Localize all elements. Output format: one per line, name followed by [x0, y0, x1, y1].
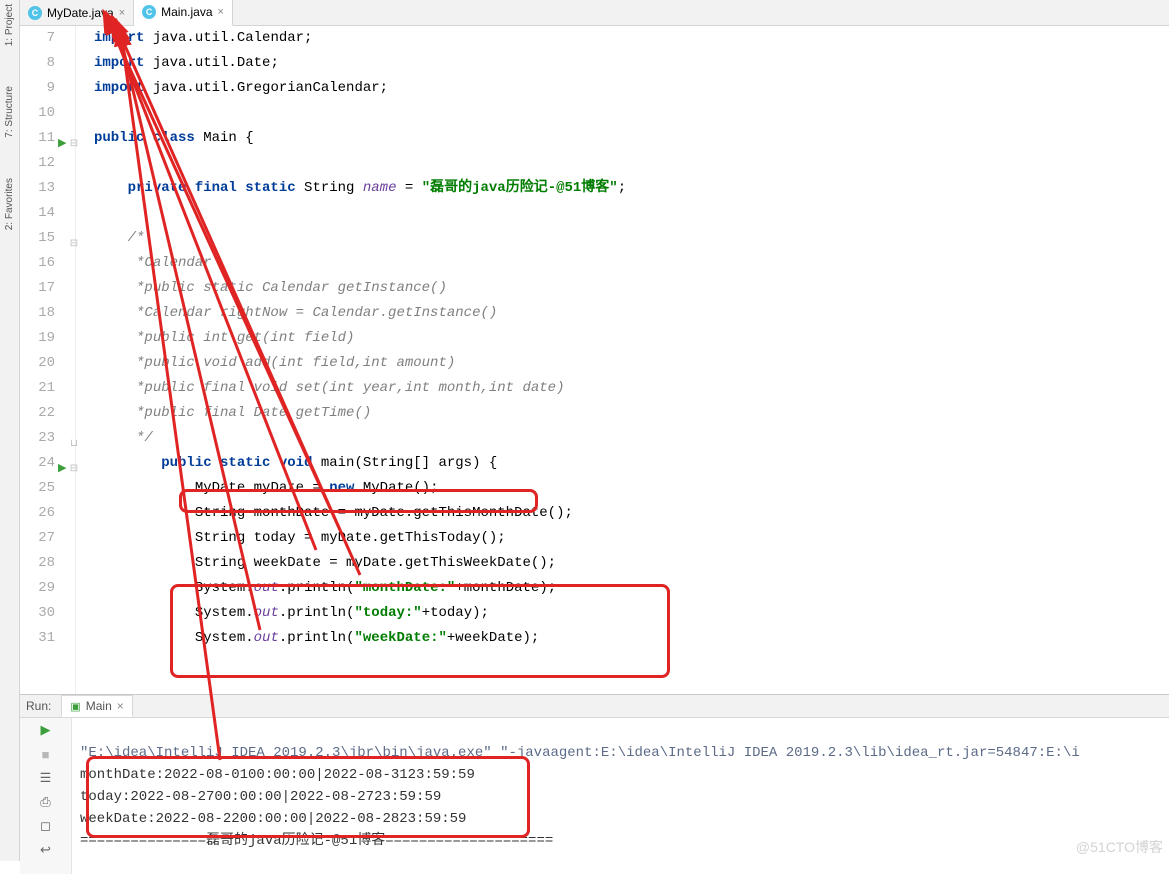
run-gutter-icon[interactable]: ▶ [58, 132, 66, 157]
line-number[interactable]: 19 [20, 326, 55, 351]
console-line: ===============磊哥的java历险记-@51博客=========… [80, 833, 553, 849]
tab-label: Main.java [161, 5, 212, 19]
console-command: "E:\idea\IntelliJ IDEA 2019.2.3\jbr\bin\… [80, 745, 1080, 761]
layout-icon[interactable]: ☰ [38, 770, 54, 786]
tab-mydate-java[interactable]: C MyDate.java × [20, 0, 134, 26]
fold-icon[interactable]: ⊟ [69, 132, 79, 157]
run-header: Run: ▣ Main × [20, 695, 1169, 718]
line-number[interactable]: 13 [20, 176, 55, 201]
line-number[interactable]: 10 [20, 101, 55, 126]
run-toolbar: ▶ ■ ☰ ⎙ ◻ ↩ [20, 718, 72, 874]
line-number[interactable]: 16 [20, 251, 55, 276]
run-tab-main[interactable]: ▣ Main × [61, 695, 132, 717]
console-line: monthDate:2022-08-0100:00:00|2022-08-312… [80, 767, 475, 783]
line-number[interactable]: 29 [20, 576, 55, 601]
line-number[interactable]: 15 [20, 226, 55, 251]
line-number[interactable]: 18 [20, 301, 55, 326]
fold-end-icon[interactable]: ⊔ [69, 432, 79, 457]
watermark: @51CTO博客 [1076, 837, 1163, 857]
fold-icon[interactable]: ⊟ [69, 457, 79, 482]
line-number[interactable]: 9 [20, 76, 55, 101]
editor-gutter[interactable]: 7891011▶⊟12131415⊟1617181920212223⊔24▶⊟2… [20, 26, 76, 694]
line-number[interactable]: 20 [20, 351, 55, 376]
console-line: today:2022-08-2700:00:00|2022-08-2723:59… [80, 789, 441, 805]
close-icon[interactable]: × [218, 6, 224, 18]
fold-icon[interactable]: ⊟ [69, 232, 79, 257]
sidebar-project-tab[interactable]: 1: Project [4, 4, 15, 46]
tab-main-java[interactable]: C Main.java × [134, 0, 233, 26]
run-config-icon: ▣ [70, 700, 80, 713]
stop-icon[interactable]: ■ [38, 746, 54, 762]
line-number[interactable]: 21 [20, 376, 55, 401]
tab-label: MyDate.java [47, 6, 114, 20]
line-number[interactable]: 28 [20, 551, 55, 576]
rerun-icon[interactable]: ▶ [38, 722, 54, 738]
run-gutter-icon[interactable]: ▶ [58, 457, 66, 482]
line-number[interactable]: 11 [20, 126, 55, 151]
line-number[interactable]: 26 [20, 501, 55, 526]
line-number[interactable]: 27 [20, 526, 55, 551]
run-tool-window: Run: ▣ Main × ▶ ■ ☰ ⎙ ◻ ↩ "E:\idea\Intel… [20, 694, 1169, 861]
line-number[interactable]: 7 [20, 26, 55, 51]
code-area[interactable]: import java.util.Calendar; import java.u… [76, 26, 1169, 694]
editor-tabs: C MyDate.java × C Main.java × [20, 0, 1169, 26]
line-number[interactable]: 24 [20, 451, 55, 476]
run-tab-label: Main [86, 699, 112, 713]
class-file-icon: C [28, 6, 42, 20]
line-number[interactable]: 8 [20, 51, 55, 76]
console-line: weekDate:2022-08-2200:00:00|2022-08-2823… [80, 811, 466, 827]
line-number[interactable]: 30 [20, 601, 55, 626]
line-number[interactable]: 12 [20, 151, 55, 176]
line-number[interactable]: 23 [20, 426, 55, 451]
line-number[interactable]: 22 [20, 401, 55, 426]
line-number[interactable]: 14 [20, 201, 55, 226]
close-icon[interactable]: × [119, 7, 125, 19]
close-icon[interactable]: × [117, 699, 124, 713]
class-file-icon: C [142, 5, 156, 19]
soft-wrap-icon[interactable]: ↩ [38, 842, 54, 858]
line-number[interactable]: 31 [20, 626, 55, 651]
console-output[interactable]: "E:\idea\IntelliJ IDEA 2019.2.3\jbr\bin\… [72, 718, 1169, 874]
sidebar-structure-tab[interactable]: 7: Structure [4, 86, 15, 138]
line-number[interactable]: 17 [20, 276, 55, 301]
code-editor[interactable]: 7891011▶⊟12131415⊟1617181920212223⊔24▶⊟2… [20, 26, 1169, 694]
ide-left-sidebar: 1: Project 7: Structure 2: Favorites [0, 0, 20, 861]
line-number[interactable]: 25 [20, 476, 55, 501]
sidebar-favorites-tab[interactable]: 2: Favorites [4, 178, 15, 230]
capture-icon[interactable]: ◻ [38, 818, 54, 834]
export-icon[interactable]: ⎙ [38, 794, 54, 810]
run-title: Run: [26, 699, 51, 713]
